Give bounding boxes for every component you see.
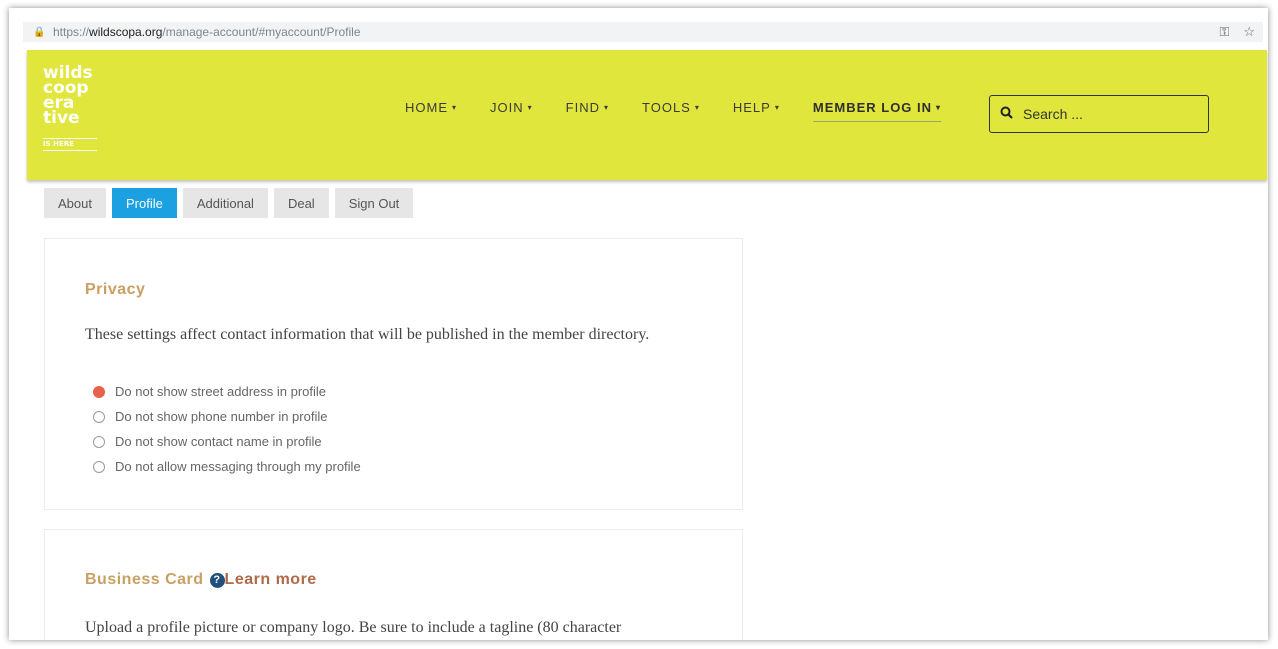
caret-down-icon: ▾ bbox=[452, 103, 458, 112]
caret-down-icon: ▾ bbox=[694, 103, 700, 112]
radio-button[interactable] bbox=[93, 460, 105, 473]
nav-home[interactable]: HOME ▾ bbox=[405, 100, 457, 122]
privacy-option-phone-number[interactable]: Do not show phone number in profile bbox=[93, 404, 361, 429]
privacy-option-messaging[interactable]: Do not allow messaging through my profil… bbox=[93, 454, 361, 479]
privacy-options: Do not show street address in profile Do… bbox=[93, 379, 361, 479]
lock-icon: 🔒 bbox=[33, 26, 46, 38]
search-box[interactable] bbox=[989, 95, 1209, 133]
radio-button[interactable] bbox=[93, 410, 105, 423]
business-card-title: Business Card? Learn more bbox=[85, 571, 317, 588]
tab-deal[interactable]: Deal bbox=[273, 188, 329, 218]
url-text[interactable]: https://wildscopa.org/manage-account/#my… bbox=[53, 25, 361, 39]
option-label: Do not show contact name in profile bbox=[115, 434, 322, 449]
business-card-description: Upload a profile picture or company logo… bbox=[85, 619, 622, 636]
tab-profile[interactable]: Profile bbox=[111, 188, 177, 218]
caret-down-icon: ▾ bbox=[774, 103, 780, 112]
nav-help[interactable]: HELP ▾ bbox=[733, 100, 780, 122]
star-icon[interactable]: ☆ bbox=[1243, 24, 1255, 40]
caret-down-icon: ▾ bbox=[936, 103, 942, 112]
search-input[interactable] bbox=[1021, 105, 1185, 123]
privacy-description: These settings affect contact informatio… bbox=[85, 326, 650, 343]
address-bar[interactable]: 🔒 https://wildscopa.org/manage-account/#… bbox=[23, 22, 1263, 42]
learn-more-link[interactable]: Learn more bbox=[225, 571, 317, 588]
tab-about[interactable]: About bbox=[44, 188, 106, 218]
radio-button[interactable] bbox=[93, 435, 105, 448]
radio-button[interactable] bbox=[93, 385, 105, 398]
nav-join[interactable]: JOIN ▾ bbox=[490, 100, 533, 122]
search-icon bbox=[1000, 106, 1013, 122]
privacy-option-street-address[interactable]: Do not show street address in profile bbox=[93, 379, 361, 404]
business-card-section: Business Card? Learn more Upload a profil… bbox=[44, 529, 743, 640]
help-icon[interactable]: ? bbox=[209, 573, 225, 588]
option-label: Do not show phone number in profile bbox=[115, 409, 328, 424]
tab-additional[interactable]: Additional bbox=[182, 188, 268, 218]
option-label: Do not allow messaging through my profil… bbox=[115, 459, 361, 474]
main-nav: HOME ▾ JOIN ▾ FIND ▾ TOOLS ▾ HELP ▾ MEMBER LO… bbox=[405, 100, 942, 122]
nav-member-login[interactable]: MEMBER LOG IN ▾ bbox=[812, 100, 942, 122]
privacy-title: Privacy bbox=[85, 281, 146, 298]
caret-down-icon: ▾ bbox=[604, 103, 610, 112]
site-logo[interactable]: wilds coop era tive IS HERE bbox=[43, 65, 109, 166]
option-label: Do not show street address in profile bbox=[115, 384, 326, 399]
site-header: wilds coop era tive IS HERE HOME ▾ JOIN ▾ … bbox=[27, 50, 1267, 180]
caret-down-icon: ▾ bbox=[527, 103, 533, 112]
privacy-option-contact-name[interactable]: Do not show contact name in profile bbox=[93, 429, 361, 454]
browser-window: 🔒 https://wildscopa.org/manage-account/#… bbox=[9, 8, 1268, 640]
nav-tools[interactable]: TOOLS ▾ bbox=[642, 100, 700, 122]
key-icon[interactable]: ⚿ bbox=[1219, 24, 1229, 40]
account-tabs: About Profile Additional Deal Sign Out bbox=[44, 188, 414, 218]
privacy-card: Privacy These settings affect contact in… bbox=[44, 238, 743, 510]
nav-find[interactable]: FIND ▾ bbox=[566, 100, 609, 122]
tab-sign-out[interactable]: Sign Out bbox=[334, 188, 414, 218]
